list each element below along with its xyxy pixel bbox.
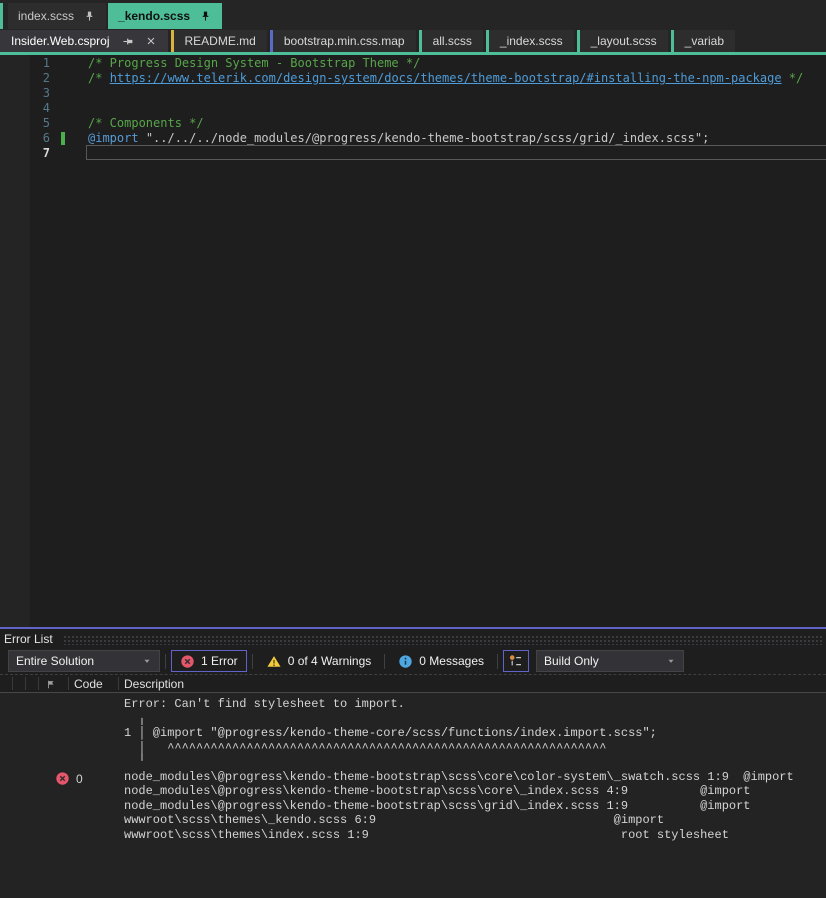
panel-drag-grip[interactable] xyxy=(62,634,822,645)
chevron-down-icon xyxy=(666,656,676,666)
toolbar-separator xyxy=(165,653,166,669)
warnings-filter-button[interactable]: 0 of 4 Warnings xyxy=(258,650,380,672)
editor-line-3: 3 xyxy=(0,86,826,101)
column-separator xyxy=(25,677,26,690)
column-separator xyxy=(12,677,13,690)
error-list-titlebar: Error List xyxy=(0,629,826,648)
panel-title: Error List xyxy=(4,631,53,646)
code-token: "../../../node_modules/@progress/kendo-t… xyxy=(145,131,710,145)
change-tracking-indicator xyxy=(61,132,65,145)
current-line-highlight xyxy=(86,145,826,160)
document-tab-strip: index.scss _kendo.scss Insider.Web.csproj… xyxy=(0,0,826,55)
code-text: /* https://www.telerik.com/design-system… xyxy=(88,71,803,86)
tab-label: bootstrap.min.css.map xyxy=(283,34,405,48)
line-number: 2 xyxy=(42,71,50,85)
tab-label: _kendo.scss xyxy=(118,9,191,23)
build-filter-value: Build Only xyxy=(544,654,599,668)
code-token: @import xyxy=(88,131,139,145)
line-number: 7 xyxy=(42,146,50,160)
show-details-toggle-button[interactable] xyxy=(503,650,529,672)
code-text: /* Components */ xyxy=(88,116,204,131)
severity-column-icon[interactable] xyxy=(46,679,56,690)
tab-_kendo.scss[interactable]: _kendo.scss xyxy=(108,3,223,29)
editor-line-6: 6 @import "../../../node_modules/@progres… xyxy=(0,131,826,146)
chevron-down-icon xyxy=(142,656,152,666)
tab-label: _layout.scss xyxy=(590,34,657,48)
tab-label: _index.scss xyxy=(499,34,563,48)
toolbar-separator xyxy=(384,653,386,669)
pin-icon[interactable] xyxy=(83,10,96,23)
details-toggle-icon xyxy=(508,653,524,669)
errors-filter-label: 1 Error xyxy=(201,654,238,668)
tab-label: _variab xyxy=(684,34,724,48)
url-link[interactable]: https://www.telerik.com/design-system/do… xyxy=(110,71,782,85)
editor-line-4: 4 xyxy=(0,101,826,116)
error-grid: 0 Error: Can't find stylesheet to import… xyxy=(0,693,826,898)
info-icon xyxy=(398,654,413,669)
editor-line-7: 7 xyxy=(0,145,826,161)
tab-all.scss[interactable]: all.scss xyxy=(418,30,483,52)
editor-line-1: 1 /* Progress Design System - Bootstrap T… xyxy=(0,56,826,71)
editor-line-5: 5 /* Components */ xyxy=(0,116,826,131)
warning-icon xyxy=(266,654,282,669)
tab-label: README.md xyxy=(184,34,256,48)
code-token: /* Progress Design System - Bootstrap Th… xyxy=(88,56,421,70)
editor-line-2: 2 /* https://www.telerik.com/design-syste… xyxy=(0,71,826,86)
errors-filter-button[interactable]: 1 Error xyxy=(171,650,247,672)
line-number: 6 xyxy=(42,131,50,145)
error-code-cell: 0 xyxy=(76,772,83,786)
code-token: */ xyxy=(781,71,804,85)
error-description-cell: Error: Can't find stylesheet to import. … xyxy=(124,697,794,842)
toolbar-separator xyxy=(251,653,253,669)
tab-label: all.scss xyxy=(432,34,472,48)
code-editor[interactable]: 1 /* Progress Design System - Bootstrap T… xyxy=(0,55,826,627)
warnings-filter-label: 0 of 4 Warnings xyxy=(287,654,372,668)
tab-label: Insider.Web.csproj xyxy=(11,34,110,48)
column-separator xyxy=(118,677,119,690)
error-list-panel: Error List Entire Solution 1 Error 0 of … xyxy=(0,629,826,898)
description-column-header[interactable]: Description xyxy=(124,677,184,691)
tab-README.md[interactable]: README.md xyxy=(170,30,267,52)
messages-filter-label: 0 Messages xyxy=(419,654,484,668)
error-grid-header: Code Description xyxy=(0,674,826,693)
messages-filter-button[interactable]: 0 Messages xyxy=(390,650,492,672)
code-text: @import "../../../node_modules/@progress… xyxy=(88,131,709,146)
error-list-toolbar: Entire Solution 1 Error 0 of 4 Warnings … xyxy=(0,648,826,674)
error-icon xyxy=(180,654,195,669)
column-separator xyxy=(38,677,39,690)
pin-icon[interactable] xyxy=(199,10,212,23)
code-token: /* xyxy=(88,71,110,85)
build-filter-dropdown[interactable]: Build Only xyxy=(536,650,684,672)
line-number: 5 xyxy=(42,116,50,130)
tab-Insider.Web.csproj[interactable]: Insider.Web.csproj xyxy=(0,30,168,52)
line-number: 3 xyxy=(42,86,50,100)
tab-_variab[interactable]: _variab xyxy=(670,30,735,52)
scope-dropdown[interactable]: Entire Solution xyxy=(8,650,160,672)
line-number: 1 xyxy=(42,56,50,70)
tab-_layout.scss[interactable]: _layout.scss xyxy=(576,30,668,52)
clipped-tab-accent xyxy=(0,3,3,29)
code-text: /* Progress Design System - Bootstrap Th… xyxy=(88,56,420,71)
code-token: /* Components */ xyxy=(88,116,204,130)
scope-dropdown-value: Entire Solution xyxy=(16,654,95,668)
column-separator xyxy=(68,677,69,690)
tab-bootstrap.min.css.map[interactable]: bootstrap.min.css.map xyxy=(269,30,416,52)
close-icon[interactable] xyxy=(145,35,157,47)
toolbar-separator xyxy=(497,653,498,669)
pin-icon[interactable] xyxy=(121,35,134,48)
line-number: 4 xyxy=(42,101,50,115)
tab-index.scss[interactable]: index.scss xyxy=(8,3,107,29)
error-icon xyxy=(55,771,70,786)
tab-label: index.scss xyxy=(18,9,75,23)
tab-row-1: index.scss _kendo.scss xyxy=(0,0,826,29)
code-column-header[interactable]: Code xyxy=(74,677,103,691)
tab-row-2: Insider.Web.csproj README.md bootstrap.min… xyxy=(0,30,826,52)
tab-_index.scss[interactable]: _index.scss xyxy=(485,30,574,52)
